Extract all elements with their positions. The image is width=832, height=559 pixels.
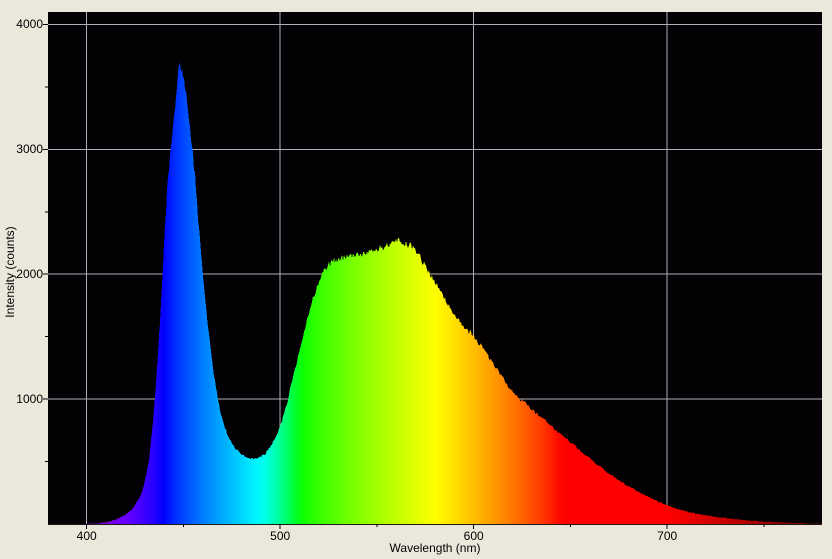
y-axis-title: Intensity (counts): [3, 226, 17, 318]
y-tick-label: 1000: [16, 392, 43, 407]
x-tick-label: 400: [76, 529, 97, 543]
y-tick-label: 4000: [16, 17, 43, 32]
x-axis-title: Wavelength (nm): [389, 541, 481, 555]
x-tick-label: 500: [270, 529, 291, 543]
x-tick-label: 600: [463, 529, 484, 543]
x-tick-label: 700: [657, 529, 678, 543]
chart-canvas: [0, 0, 832, 559]
y-tick-label: 3000: [16, 142, 43, 157]
y-tick-label: 2000: [16, 267, 43, 282]
spectrometer-chart: Intensity (counts) Wavelength (nm) 1000 …: [0, 0, 832, 559]
